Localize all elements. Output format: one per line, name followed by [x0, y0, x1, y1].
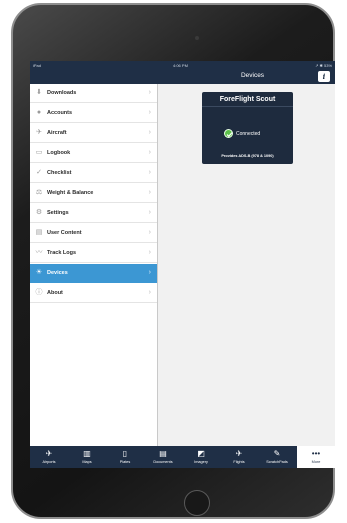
sidebar-item-label: Checklist [47, 169, 72, 176]
tab-scratchpads[interactable]: ✎ ScratchPads [258, 446, 296, 468]
chevron-right-icon: › [148, 189, 151, 196]
sidebar-item-track-logs[interactable]: 〰 Track Logs › [30, 244, 157, 263]
camera [195, 36, 199, 40]
airplane-icon: ✈ [36, 129, 42, 136]
tab-flights[interactable]: ✈ Flights [220, 446, 258, 468]
status-bar: iPad 4:06 PM ↗ ✱ 53% [30, 61, 335, 69]
chevron-right-icon: › [148, 289, 151, 296]
navigation-bar: Devices i [30, 69, 335, 84]
sidebar-item-accounts[interactable]: ● Accounts › [30, 104, 157, 123]
chevron-right-icon: › [148, 249, 151, 256]
scale-icon: ⚖ [35, 189, 43, 196]
airport-icon: ✈ [45, 449, 53, 458]
sidebar-item-settings[interactable]: ⚙ Settings › [30, 204, 157, 223]
tab-more[interactable]: ••• More [297, 446, 335, 468]
sidebar-item-aircraft[interactable]: ✈ Aircraft › [30, 124, 157, 143]
sidebar-menu: ⬇ Downloads › ● Accounts › ✈ Aircraft › … [30, 84, 158, 446]
sidebar-item-label: Settings [47, 209, 69, 216]
tab-label: Documents [153, 460, 173, 464]
sidebar-item-devices[interactable]: ☀ Devices › [30, 264, 157, 283]
status-time: 4:06 PM [173, 62, 188, 68]
tab-label: Maps [82, 460, 92, 464]
home-button[interactable] [184, 490, 210, 516]
checkmark-icon [224, 129, 233, 138]
track-icon: 〰 [35, 249, 43, 256]
chevron-right-icon: › [148, 89, 151, 96]
sidebar-item-label: Downloads [47, 89, 77, 96]
sidebar-item-weight-balance[interactable]: ⚖ Weight & Balance › [30, 184, 157, 203]
device-name: ForeFlight Scout [202, 92, 293, 107]
more-icon: ••• [311, 449, 321, 458]
gear-icon: ⚙ [35, 209, 43, 216]
sidebar-item-downloads[interactable]: ⬇ Downloads › [30, 84, 157, 103]
device-description: Provides ADS-B (978 & 1090) [221, 154, 274, 158]
tab-bar: ✈ Airports ▥ Maps ▯ Plates ▤ Documents ◩… [30, 446, 335, 468]
tab-plates[interactable]: ▯ Plates [106, 446, 144, 468]
sidebar-item-label: Logbook [47, 149, 71, 156]
info-button[interactable]: i [318, 71, 330, 82]
document-icon: ▤ [35, 229, 43, 236]
logbook-icon: ▭ [35, 149, 43, 156]
info-icon: ⓘ [35, 289, 43, 296]
tab-label: Flights [233, 460, 245, 464]
chevron-right-icon: › [148, 229, 151, 236]
sidebar-item-about[interactable]: ⓘ About › [30, 284, 157, 303]
plates-icon: ▯ [122, 449, 128, 458]
connection-status: Connected [236, 131, 261, 137]
tab-label: More [311, 460, 321, 464]
devices-content: ForeFlight Scout Connected Provides ADS-… [158, 84, 335, 446]
page-title: Devices [240, 72, 265, 79]
flights-icon: ✈ [235, 449, 243, 458]
chevron-right-icon: › [148, 129, 151, 136]
sidebar-item-label: Accounts [47, 109, 73, 116]
status-carrier: iPad [33, 62, 42, 68]
chevron-right-icon: › [148, 149, 151, 156]
status-indicators: ↗ ✱ 53% [315, 62, 332, 68]
lightbulb-icon: ☀ [35, 269, 43, 276]
chevron-right-icon: › [148, 269, 151, 276]
sidebar-item-label: About [47, 289, 63, 296]
map-icon: ▥ [83, 449, 91, 458]
chevron-right-icon: › [148, 209, 151, 216]
chevron-right-icon: › [148, 109, 151, 116]
sidebar-item-label: User Content [47, 229, 82, 236]
pencil-icon: ✎ [273, 449, 281, 458]
tab-maps[interactable]: ▥ Maps [68, 446, 106, 468]
app-screen: iPad 4:06 PM ↗ ✱ 53% Devices i ⬇ Downloa… [30, 61, 335, 468]
sidebar-item-logbook[interactable]: ▭ Logbook › [30, 144, 157, 163]
chevron-right-icon: › [148, 169, 151, 176]
sidebar-item-user-content[interactable]: ▤ User Content › [30, 224, 157, 243]
imagery-icon: ◩ [197, 449, 205, 458]
tab-documents[interactable]: ▤ Documents [144, 446, 182, 468]
download-icon: ⬇ [36, 89, 42, 96]
sidebar-item-label: Track Logs [47, 249, 77, 256]
tab-airports[interactable]: ✈ Airports [30, 446, 68, 468]
sidebar-item-label: Weight & Balance [47, 189, 94, 196]
checklist-icon: ✓ [36, 169, 42, 176]
sidebar-item-checklist[interactable]: ✓ Checklist › [30, 164, 157, 183]
tab-label: Imagery [194, 460, 208, 464]
sidebar-item-label: Aircraft [47, 129, 67, 136]
tab-label: ScratchPads [266, 460, 288, 464]
documents-icon: ▤ [159, 449, 167, 458]
sidebar-item-label: Devices [47, 269, 68, 276]
tab-imagery[interactable]: ◩ Imagery [182, 446, 220, 468]
tab-label: Plates [119, 460, 131, 464]
person-icon: ● [36, 109, 42, 116]
tab-label: Airports [42, 460, 56, 464]
device-card[interactable]: ForeFlight Scout Connected Provides ADS-… [202, 92, 293, 164]
